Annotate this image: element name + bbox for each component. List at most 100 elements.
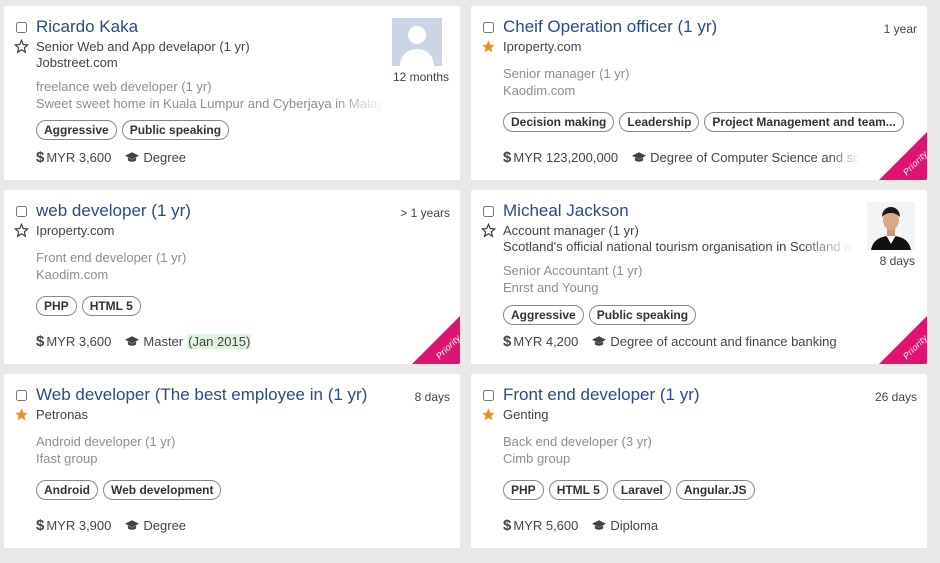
summary-row: $ MYR 5,600 Diploma	[503, 517, 658, 534]
skill-tags: Android Web development	[36, 480, 222, 500]
skill-tag[interactable]: PHP	[36, 296, 77, 316]
select-checkbox[interactable]	[16, 206, 27, 217]
skill-tags: Decision making Leadership Project Manag…	[503, 112, 904, 132]
current-role: Account manager (1 yr)	[503, 223, 639, 238]
dollar-icon: $	[36, 517, 45, 534]
candidate-card[interactable]: Ricardo Kaka Senior Web and App develapo…	[4, 6, 460, 180]
skill-tag[interactable]: Web development	[103, 480, 222, 500]
education: Degree of Computer Science and software	[650, 150, 861, 165]
job-title-text: Web developer (The best employee in	[36, 385, 323, 404]
skill-tag[interactable]: Android	[36, 480, 98, 500]
duration-label: 12 months	[392, 70, 449, 84]
duration-label: 1 year	[883, 22, 917, 36]
summary-row: $ MYR 3,600 Master (Jan 2015)	[36, 333, 252, 350]
summary-row: $ MYR 3,900 Degree	[36, 517, 186, 534]
candidate-name[interactable]: Micheal Jackson	[503, 201, 629, 221]
candidate-card[interactable]: Front end developer (1 yr) Genting Back …	[471, 374, 927, 548]
star-filled-icon[interactable]	[481, 407, 496, 422]
dollar-icon: $	[503, 517, 512, 534]
dollar-icon: $	[503, 333, 512, 350]
summary-row: $ MYR 4,200 Degree of account and financ…	[503, 333, 837, 350]
education: Master	[143, 334, 184, 349]
skill-tags: PHP HTML 5	[36, 296, 141, 316]
graduation-cap-icon	[125, 152, 140, 162]
summary-row: $ MYR 3,600 Degree	[36, 149, 186, 166]
current-company: Petronas	[36, 407, 89, 422]
skill-tag[interactable]: Decision making	[503, 112, 615, 132]
select-checkbox[interactable]	[16, 22, 27, 33]
current-company: Genting	[503, 407, 549, 422]
profile-photo	[867, 202, 915, 250]
previous-company: Enrst and Young	[503, 280, 599, 295]
graduation-cap-icon	[592, 520, 607, 530]
select-checkbox[interactable]	[483, 206, 494, 217]
dollar-icon: $	[36, 333, 45, 350]
salary: MYR 3,600	[46, 334, 112, 349]
job-title[interactable]: Cheif Operation officer (1 yr)	[503, 17, 717, 37]
salary: MYR 3,900	[46, 518, 112, 533]
skill-tag[interactable]: Leadership	[619, 112, 700, 132]
education: Diploma	[610, 518, 659, 533]
previous-company: Kaodim.com	[503, 83, 576, 98]
education-date: (Jan 2015)	[187, 334, 252, 349]
candidate-card[interactable]: Micheal Jackson Account manager (1 yr) S…	[471, 190, 927, 364]
dollar-icon: $	[36, 149, 45, 166]
skill-tag[interactable]: Public speaking	[588, 305, 697, 325]
graduation-cap-icon	[592, 336, 607, 346]
current-company: Iproperty.com	[503, 39, 582, 54]
previous-company: Cimb group	[503, 451, 571, 466]
skill-tag[interactable]: Project Management and team...	[704, 112, 904, 132]
current-role: Senior Web and App develapor (1 yr)	[36, 39, 250, 54]
skill-tag[interactable]: PHP	[503, 480, 544, 500]
job-title[interactable]: Front end developer (1 yr)	[503, 385, 700, 405]
skill-tag[interactable]: Aggressive	[503, 305, 584, 325]
graduation-cap-icon	[125, 336, 140, 346]
skill-tag[interactable]: Public speaking	[121, 120, 230, 140]
summary-row: $ MYR 123,200,000 Degree of Computer Sci…	[503, 149, 860, 166]
job-title[interactable]: Web developer (The best employee in (1 y…	[36, 385, 367, 405]
previous-role: freelance web developer (1 yr)	[36, 79, 212, 94]
priority-ribbon: Priority	[412, 316, 460, 364]
priority-ribbon: Priority	[879, 316, 927, 364]
salary: MYR 4,200	[513, 334, 579, 349]
candidate-card[interactable]: Web developer (The best employee in (1 y…	[4, 374, 460, 548]
previous-role: Senior Accountant (1 yr)	[503, 263, 643, 278]
candidate-card[interactable]: web developer (1 yr) Iproperty.com Front…	[4, 190, 460, 364]
select-checkbox[interactable]	[16, 390, 27, 401]
skill-tag[interactable]: HTML 5	[548, 480, 608, 500]
graduation-cap-icon	[125, 520, 140, 530]
duration-label: 8 days	[879, 254, 915, 268]
skill-tag[interactable]: Laravel	[612, 480, 671, 500]
placeholder-avatar	[392, 18, 442, 66]
previous-role: Android developer (1 yr)	[36, 434, 176, 449]
current-company: Iproperty.com	[36, 223, 115, 238]
previous-company: Ifast group	[36, 451, 98, 466]
skill-tags: Aggressive Public speaking	[503, 305, 697, 325]
job-title[interactable]: web developer (1 yr)	[36, 201, 191, 221]
skill-tag[interactable]: Angular.JS	[675, 480, 755, 500]
education: Degree of account and finance banking	[610, 334, 837, 349]
priority-ribbon: Priority	[879, 132, 927, 180]
graduation-cap-icon	[632, 152, 647, 162]
dollar-icon: $	[503, 149, 512, 166]
duration-label: 26 days	[874, 390, 917, 404]
education: Degree	[143, 150, 187, 165]
education: Degree	[143, 518, 187, 533]
previous-company: Kaodim.com	[36, 267, 109, 282]
current-company: Scotland's official national tourism org…	[503, 239, 853, 254]
previous-company: Sweet sweet home in Kuala Lumpur and Cyb…	[36, 96, 386, 111]
candidate-name[interactable]: Ricardo Kaka	[36, 17, 138, 37]
star-outline-icon[interactable]	[14, 223, 29, 238]
skill-tag[interactable]: HTML 5	[81, 296, 141, 316]
skill-tag[interactable]: Aggressive	[36, 120, 117, 140]
star-outline-icon[interactable]	[481, 223, 496, 238]
select-checkbox[interactable]	[483, 390, 494, 401]
star-filled-icon[interactable]	[14, 407, 29, 422]
candidate-card[interactable]: Cheif Operation officer (1 yr) Iproperty…	[471, 6, 927, 180]
previous-role: Back end developer (3 yr)	[503, 434, 652, 449]
select-checkbox[interactable]	[483, 22, 494, 33]
salary: MYR 3,600	[46, 150, 112, 165]
skill-tags: Aggressive Public speaking	[36, 120, 230, 140]
star-outline-icon[interactable]	[14, 39, 29, 54]
star-filled-icon[interactable]	[481, 39, 496, 54]
